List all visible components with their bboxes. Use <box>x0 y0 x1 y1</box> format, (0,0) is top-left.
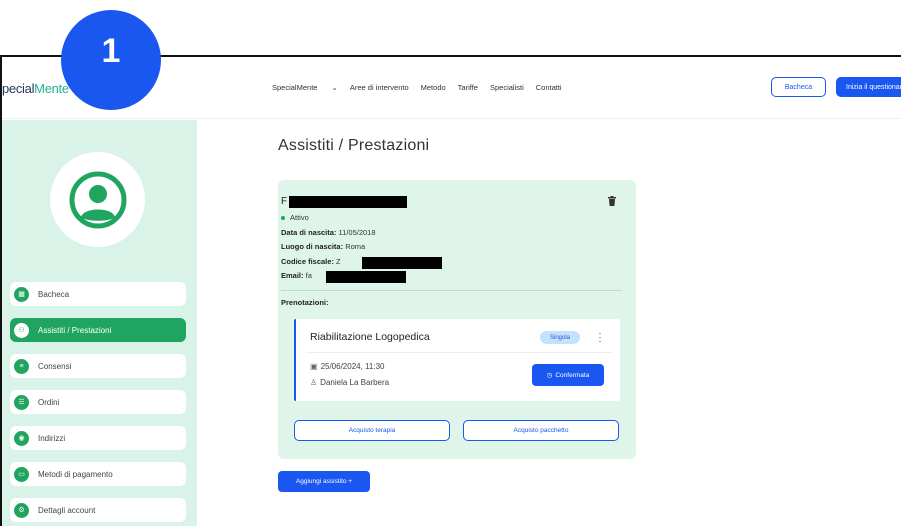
nav-item-tariffe[interactable]: Tariffe <box>458 83 478 92</box>
divider <box>281 290 622 291</box>
bookings-heading: Prenotazioni: <box>281 298 329 307</box>
booking-specialist: ♙ Daniela La Barbera <box>310 378 389 387</box>
payment-icon: ▭ <box>14 466 29 482</box>
sidebar-item-label: Ordini <box>38 397 60 407</box>
add-patient-button[interactable]: Aggiungi assistito + <box>278 471 370 492</box>
booking-type-badge: Singola <box>540 331 580 344</box>
more-options-icon[interactable]: · · · <box>596 329 604 346</box>
birth-place-row: Luogo di nascita: Roma <box>281 242 365 251</box>
user-avatar-icon <box>69 171 126 228</box>
avatar <box>50 152 145 247</box>
page-title: Assistiti / Prestazioni <box>278 137 430 154</box>
sidebar-item-ordini[interactable]: ☰ Ordini <box>10 390 186 414</box>
orders-icon: ☰ <box>14 394 29 410</box>
user-icon: ♙ <box>310 378 318 387</box>
logo-suffix: Mente <box>34 81 69 96</box>
location-icon: ◉ <box>14 430 29 446</box>
confirmed-label: Confermata <box>555 371 590 379</box>
booking-title: Riabilitazione Logopedica <box>310 331 430 343</box>
page: 1 pecialMente SpecialMente ⌄ Aree di int… <box>0 0 901 526</box>
main-nav: SpecialMente ⌄ Aree di intervento Metodo… <box>272 83 574 92</box>
calendar-icon: ▣ <box>310 362 318 371</box>
email-row: Email: fa <box>281 271 312 280</box>
booking-card[interactable]: Riabilitazione Logopedica Singola · · · ▣ … <box>294 319 620 401</box>
email-label: Email: <box>281 271 304 280</box>
clock-icon: ◷ <box>546 372 553 379</box>
chevron-down-icon: ⌄ <box>331 83 338 92</box>
sidebar-item-bacheca[interactable]: ▦ Bacheca <box>10 282 186 306</box>
sidebar-item-metodi-di-pagamento[interactable]: ▭ Metodi di pagamento <box>10 462 186 486</box>
nav-item-aree-di-intervento[interactable]: Aree di intervento <box>350 83 409 92</box>
patient-card: F Attivo Data di nascita: 11/05/2018 Luo… <box>278 180 636 459</box>
birth-date-row: Data di nascita: 11/05/2018 <box>281 228 376 237</box>
nav-item-specialmente[interactable]: SpecialMente ⌄ <box>272 83 338 92</box>
birth-place-label: Luogo di nascita: <box>281 242 344 251</box>
people-icon: ⚇ <box>14 322 29 338</box>
sidebar-item-label: Dettagli account <box>38 505 96 515</box>
sidebar-item-label: Metodi di pagamento <box>38 469 113 479</box>
nav-item-contatti[interactable]: Contatti <box>536 83 562 92</box>
fiscal-code-row: Codice fiscale: Z <box>281 257 341 266</box>
sidebar-item-assistiti-prestazioni[interactable]: ⚇ Assistiti / Prestazioni <box>10 318 186 342</box>
birth-date-value: 11/05/2018 <box>338 228 376 237</box>
sidebar-item-label: Consensi <box>38 361 72 371</box>
birth-place-value: Roma <box>345 242 366 251</box>
site-logo[interactable]: pecialMente <box>2 81 69 96</box>
sidebar-item-dettagli-account[interactable]: ⚙ Dettagli account <box>10 498 186 522</box>
sidebar-item-label: Bacheca <box>38 289 70 299</box>
divider <box>306 352 612 353</box>
sidebar-item-label: Assistiti / Prestazioni <box>38 325 112 335</box>
sidebar-item-indirizzi[interactable]: ◉ Indirizzi <box>10 426 186 450</box>
bacheca-button[interactable]: Bacheca <box>771 77 826 97</box>
buy-therapy-button[interactable]: Acquisto terapia <box>294 420 450 441</box>
logo-prefix: pecial <box>2 81 35 96</box>
redaction-bar <box>362 257 442 269</box>
redaction-bar <box>326 271 406 283</box>
start-questionnaire-button[interactable]: Inizia il questionario <box>836 77 901 97</box>
dashboard-icon: ▦ <box>14 286 29 302</box>
status-text: Attivo <box>290 213 309 222</box>
redaction-bar <box>289 196 407 208</box>
fiscal-code-value: Z <box>336 257 341 266</box>
confirmed-status-button[interactable]: ◷ Confermata <box>532 364 604 386</box>
nav-item-specialisti[interactable]: Specialisti <box>490 83 524 92</box>
status-badge: Attivo <box>281 213 309 222</box>
birth-date-label: Data di nascita: <box>281 228 337 237</box>
sidebar-item-consensi[interactable]: ≡ Consensi <box>10 354 186 378</box>
account-sidebar: ▦ Bacheca ⚇ Assistiti / Prestazioni ≡ Co… <box>2 120 197 526</box>
account-icon: ⚙ <box>14 502 29 518</box>
patient-name: F <box>281 196 288 207</box>
booking-specialist-value: Daniela La Barbera <box>320 378 390 387</box>
nav-item-metodo[interactable]: Metodo <box>421 83 446 92</box>
sidebar-item-label: Indirizzi <box>38 433 66 443</box>
fiscal-code-label: Codice fiscale: <box>281 257 334 266</box>
status-dot-icon <box>281 215 285 220</box>
trash-icon[interactable] <box>608 196 616 206</box>
step-number-badge: 1 <box>61 10 161 110</box>
buy-package-button[interactable]: Acquisto pacchetto <box>463 420 619 441</box>
email-value: fa <box>305 271 312 280</box>
booking-datetime: ▣ 25/06/2024, 11:30 <box>310 362 384 371</box>
document-icon: ≡ <box>14 358 29 374</box>
booking-datetime-value: 25/06/2024, 11:30 <box>320 362 385 371</box>
